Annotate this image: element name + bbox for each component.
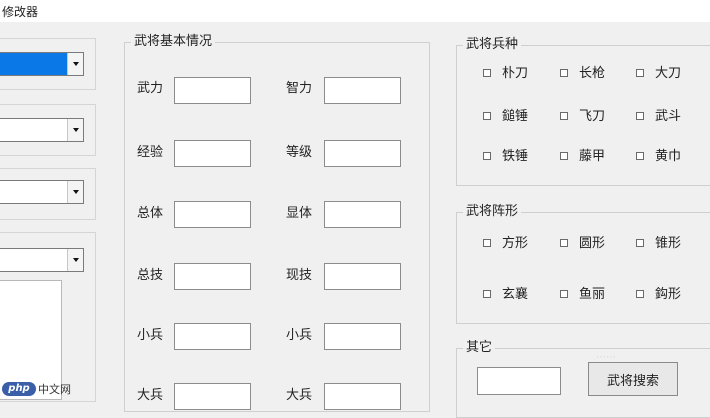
combo-4[interactable] xyxy=(0,248,84,272)
troop-label-changqiang: 长枪 xyxy=(579,66,606,81)
label-dengji: 等级 xyxy=(286,145,313,160)
formation-label-yuli: 鱼丽 xyxy=(579,287,606,302)
general-search-button[interactable]: 武将搜索 xyxy=(588,362,678,396)
chevron-down-icon xyxy=(72,258,79,262)
formation-label-zhuixing: 锥形 xyxy=(655,236,682,251)
jingyan-input[interactable] xyxy=(174,140,251,167)
troop-checkbox-tiechui[interactable] xyxy=(483,152,491,160)
troop-checkbox-huangjin[interactable] xyxy=(636,152,644,160)
troop-checkbox-dadao[interactable] xyxy=(636,69,644,77)
label-dabing-2: 大兵 xyxy=(286,388,313,403)
combo-2[interactable] xyxy=(0,118,84,142)
combo-dropdown-button[interactable] xyxy=(67,181,83,203)
troop-label-dadao: 大刀 xyxy=(655,66,682,81)
xiaobing-input-1[interactable] xyxy=(174,323,251,350)
label-dabing-1: 大兵 xyxy=(137,388,164,403)
window-title: 修改器 xyxy=(2,5,39,19)
troop-checkbox-wudou[interactable] xyxy=(636,112,644,120)
xianji-input[interactable] xyxy=(324,263,401,290)
title-bar xyxy=(0,0,710,22)
php-logo-icon: php xyxy=(2,382,36,396)
label-zongti: 总体 xyxy=(137,206,164,221)
combo-dropdown-button[interactable] xyxy=(67,249,83,271)
combo-dropdown-button[interactable] xyxy=(67,53,83,75)
chevron-down-icon xyxy=(72,62,79,66)
zhili-input[interactable] xyxy=(324,77,401,104)
zongji-input[interactable] xyxy=(174,263,251,290)
dengji-input[interactable] xyxy=(324,140,401,167)
formation-checkbox-gouxing[interactable] xyxy=(636,290,644,298)
label-wuli: 武力 xyxy=(137,81,164,96)
watermark-text: 中文网 xyxy=(38,383,71,396)
xianti-input[interactable] xyxy=(324,201,401,228)
formation-checkbox-fangxing[interactable] xyxy=(483,239,491,247)
formation-legend: 武将阵形 xyxy=(463,204,522,220)
watermark: php 中文网 xyxy=(2,380,88,398)
search-input[interactable] xyxy=(477,367,561,395)
formation-label-gouxing: 鈎形 xyxy=(655,287,682,302)
label-zhili: 智力 xyxy=(286,81,313,96)
chevron-down-icon xyxy=(72,128,79,132)
formation-label-xuanxiang: 玄襄 xyxy=(502,287,529,302)
label-xiaobing-2: 小兵 xyxy=(286,328,313,343)
troop-checkbox-putao[interactable] xyxy=(483,69,491,77)
wuli-input[interactable] xyxy=(174,77,251,104)
formation-label-yuanxing: 圆形 xyxy=(579,236,606,251)
formation-checkbox-zhuixing[interactable] xyxy=(636,239,644,247)
troop-checkbox-changqiang[interactable] xyxy=(560,69,568,77)
formation-group: 武将阵形 xyxy=(456,204,710,324)
other-legend: 其它 xyxy=(463,340,496,356)
label-xiaobing-1: 小兵 xyxy=(137,328,164,343)
dabing-input-1[interactable] xyxy=(174,383,251,410)
zongti-input[interactable] xyxy=(174,201,251,228)
xiaobing-input-2[interactable] xyxy=(324,323,401,350)
troop-label-chuichui: 鎚锤 xyxy=(502,109,529,124)
troop-checkbox-feidao[interactable] xyxy=(560,112,568,120)
label-jingyan: 经验 xyxy=(137,145,164,160)
troop-checkbox-tengjia[interactable] xyxy=(560,152,568,160)
troop-label-wudou: 武斗 xyxy=(655,109,682,124)
formation-checkbox-yuli[interactable] xyxy=(560,290,568,298)
troop-label-tiechui: 铁锤 xyxy=(502,149,529,164)
troop-label-feidao: 飞刀 xyxy=(579,109,606,124)
label-zongji: 总技 xyxy=(137,268,164,283)
dabing-input-2[interactable] xyxy=(324,383,401,410)
troops-legend: 武将兵种 xyxy=(463,37,522,53)
formation-checkbox-yuanxing[interactable] xyxy=(560,239,568,247)
troop-label-huangjin: 黄巾 xyxy=(655,149,682,164)
combo-dropdown-button[interactable] xyxy=(67,119,83,141)
formation-checkbox-xuanxiang[interactable] xyxy=(483,290,491,298)
label-xianti: 显体 xyxy=(286,206,313,221)
chevron-down-icon xyxy=(72,190,79,194)
formation-label-fangxing: 方形 xyxy=(502,236,529,251)
watermark-ghost-text: ⋯⋯ xyxy=(596,352,616,363)
label-xianji: 现技 xyxy=(286,268,313,283)
basic-info-legend: 武将基本情况 xyxy=(131,34,216,50)
combo-3[interactable] xyxy=(0,180,84,204)
troop-label-tengjia: 藤甲 xyxy=(579,149,606,164)
troop-label-putao: 朴刀 xyxy=(502,66,529,81)
troop-checkbox-chuichui[interactable] xyxy=(483,112,491,120)
combo-selection-highlight xyxy=(0,53,67,75)
general-select-combo[interactable] xyxy=(0,52,84,76)
